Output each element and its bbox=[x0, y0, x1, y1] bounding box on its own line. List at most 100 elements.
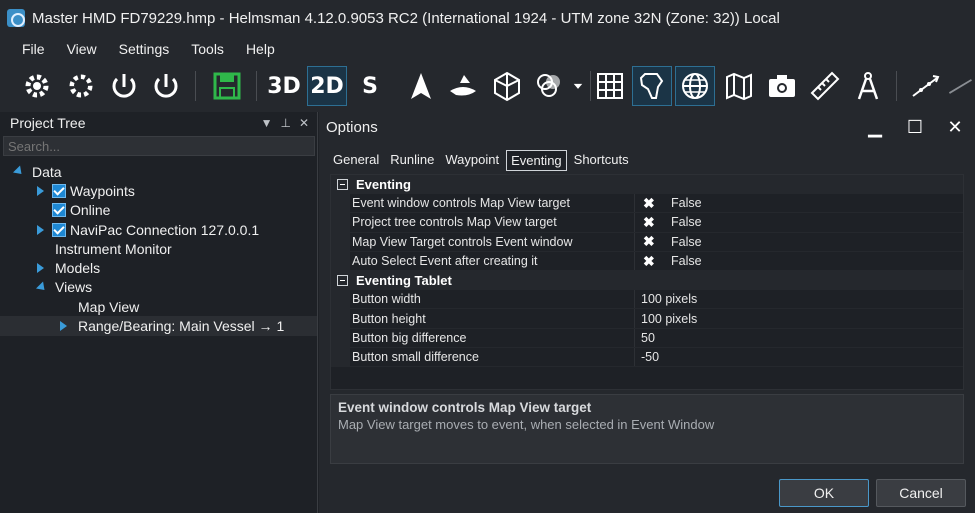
property-row[interactable]: Event window controls Map View target ✖ F… bbox=[331, 194, 963, 214]
map-icon[interactable] bbox=[719, 66, 759, 106]
close-icon[interactable]: ✕ bbox=[935, 113, 975, 141]
cube-icon[interactable] bbox=[487, 66, 527, 106]
menu-view[interactable]: View bbox=[56, 41, 108, 57]
toolbar-separator bbox=[896, 71, 897, 101]
tree-item-navipac[interactable]: NaviPac Connection 127.0.0.1 bbox=[0, 220, 317, 239]
property-row[interactable]: Button width 100 pixels bbox=[331, 290, 963, 310]
tree-item-online[interactable]: Online bbox=[0, 201, 317, 220]
options-dialog: Options ▁ ☐ ✕ General Runline Waypoint E… bbox=[319, 112, 975, 513]
tree-item-range-bearing[interactable]: Range/Bearing: Main Vessel → 1 bbox=[0, 316, 317, 336]
camera-icon[interactable] bbox=[762, 66, 802, 106]
description-title: Event window controls Map View target bbox=[338, 400, 592, 415]
tree-item-models[interactable]: Models bbox=[0, 258, 317, 277]
toolbar-separator bbox=[195, 71, 196, 101]
dialog-title-bar: Options ▁ ☐ ✕ bbox=[319, 112, 975, 142]
property-value[interactable]: 100 pixels bbox=[635, 309, 697, 327]
menu-file[interactable]: File bbox=[0, 41, 56, 57]
checkbox[interactable] bbox=[52, 203, 66, 218]
tree-item-data[interactable]: Data bbox=[0, 162, 317, 181]
expand-arrow-icon[interactable] bbox=[37, 185, 44, 196]
window-title: Master HMD FD79229.hmp - Helmsman 4.12.0… bbox=[32, 9, 780, 27]
collapse-icon[interactable] bbox=[337, 275, 348, 287]
expand-arrow-icon[interactable] bbox=[37, 263, 44, 274]
property-value[interactable]: ✖ False bbox=[635, 213, 702, 231]
close-icon[interactable]: ✕ bbox=[299, 116, 309, 130]
property-value[interactable]: -50 bbox=[635, 348, 659, 366]
menu-help[interactable]: Help bbox=[235, 41, 286, 57]
globe-icon[interactable] bbox=[675, 66, 715, 106]
property-row[interactable]: Map View Target controls Event window ✖ F… bbox=[331, 232, 963, 252]
collapse-icon[interactable] bbox=[337, 179, 348, 190]
view-2d-button[interactable]: 2D bbox=[307, 66, 347, 106]
category-eventing-tablet[interactable]: Eventing Tablet bbox=[331, 271, 963, 291]
power-stop-icon[interactable] bbox=[146, 66, 186, 106]
checkbox[interactable] bbox=[52, 183, 66, 198]
grid-icon[interactable] bbox=[590, 66, 630, 106]
window-buttons: ▁ ☐ ✕ bbox=[855, 113, 975, 141]
tree-item-views[interactable]: Views bbox=[0, 278, 317, 297]
dialog-title: Options bbox=[326, 118, 378, 136]
tree-item-instrument-monitor[interactable]: Instrument Monitor bbox=[0, 239, 317, 258]
options-tabs: General Runline Waypoint Eventing Shortc… bbox=[329, 150, 636, 171]
expand-arrow-icon[interactable] bbox=[60, 321, 67, 332]
ruler-icon[interactable] bbox=[805, 66, 845, 106]
view-s-button[interactable]: S bbox=[350, 66, 390, 106]
save-icon[interactable] bbox=[207, 66, 247, 106]
chevron-down-icon[interactable] bbox=[566, 66, 590, 106]
expand-arrow-icon[interactable] bbox=[37, 224, 44, 235]
menu-bar: File View Settings Tools Help bbox=[0, 36, 975, 61]
property-row[interactable]: Button height 100 pixels bbox=[331, 309, 963, 329]
vessel-icon[interactable] bbox=[443, 66, 483, 106]
compass-icon[interactable] bbox=[848, 66, 888, 106]
title-bar: Master HMD FD79229.hmp - Helmsman 4.12.0… bbox=[0, 0, 975, 36]
gear-refresh-icon[interactable] bbox=[61, 66, 101, 106]
layers-dropdown-icon[interactable] bbox=[530, 66, 570, 106]
toolbar: 3D 2D S bbox=[0, 61, 975, 112]
menu-tools[interactable]: Tools bbox=[180, 41, 235, 57]
measure-tool-icon[interactable] bbox=[945, 66, 975, 106]
tree-search-input[interactable] bbox=[3, 136, 315, 156]
power-radar-icon[interactable] bbox=[104, 66, 144, 106]
maximize-icon[interactable]: ☐ bbox=[895, 113, 935, 141]
cross-icon: ✖ bbox=[643, 213, 655, 230]
pin-icon[interactable]: ⊥ bbox=[280, 116, 290, 130]
gear-cycle-icon[interactable] bbox=[17, 66, 57, 106]
expand-arrow-icon[interactable] bbox=[12, 165, 26, 178]
property-row[interactable]: Project tree controls Map View target ✖ F… bbox=[331, 213, 963, 233]
cross-icon: ✖ bbox=[643, 252, 655, 269]
property-value[interactable]: ✖ False bbox=[635, 233, 702, 251]
tab-general[interactable]: General bbox=[329, 150, 383, 171]
description-panel: Event window controls Map View target Ma… bbox=[330, 394, 964, 464]
panel-dropdown-icon[interactable]: ▼ bbox=[261, 116, 273, 130]
property-row[interactable]: Button small difference -50 bbox=[331, 348, 963, 368]
minimize-icon[interactable]: ▁ bbox=[855, 113, 895, 141]
menu-settings[interactable]: Settings bbox=[108, 41, 181, 57]
north-arrow-icon[interactable] bbox=[401, 66, 441, 106]
property-row[interactable]: Auto Select Event after creating it ✖ Fal… bbox=[331, 251, 963, 272]
tab-eventing[interactable]: Eventing bbox=[506, 150, 567, 171]
tree-item-waypoints[interactable]: Waypoints bbox=[0, 181, 317, 200]
project-tree: Data Waypoints Online NaviPac Connection… bbox=[0, 162, 317, 336]
tab-runline[interactable]: Runline bbox=[386, 150, 438, 171]
property-value[interactable]: 100 pixels bbox=[635, 290, 697, 308]
tree-item-map-view[interactable]: Map View bbox=[0, 297, 317, 316]
line-tool-icon[interactable] bbox=[905, 66, 945, 106]
checkbox[interactable] bbox=[52, 222, 66, 237]
toolbar-separator bbox=[256, 71, 257, 101]
property-value[interactable]: ✖ False bbox=[635, 252, 702, 270]
ok-button[interactable]: OK bbox=[779, 479, 869, 507]
property-value[interactable]: 50 bbox=[635, 329, 655, 347]
panel-title: Project Tree bbox=[10, 115, 86, 131]
cross-icon: ✖ bbox=[643, 194, 655, 211]
cancel-button[interactable]: Cancel bbox=[876, 479, 966, 507]
property-row[interactable]: Button big difference 50 bbox=[331, 328, 963, 349]
project-tree-panel: Project Tree ▼ ⊥ ✕ Data Waypoints Online… bbox=[0, 112, 318, 513]
category-eventing[interactable]: Eventing bbox=[331, 175, 963, 194]
panel-buttons: ▼ ⊥ ✕ bbox=[261, 116, 309, 130]
expand-arrow-icon[interactable] bbox=[35, 281, 49, 294]
property-value[interactable]: ✖ False bbox=[635, 194, 702, 212]
view-3d-button[interactable]: 3D bbox=[264, 66, 304, 106]
africa-map-icon[interactable] bbox=[632, 66, 672, 106]
tab-waypoint[interactable]: Waypoint bbox=[441, 150, 503, 171]
tab-shortcuts[interactable]: Shortcuts bbox=[570, 150, 633, 171]
